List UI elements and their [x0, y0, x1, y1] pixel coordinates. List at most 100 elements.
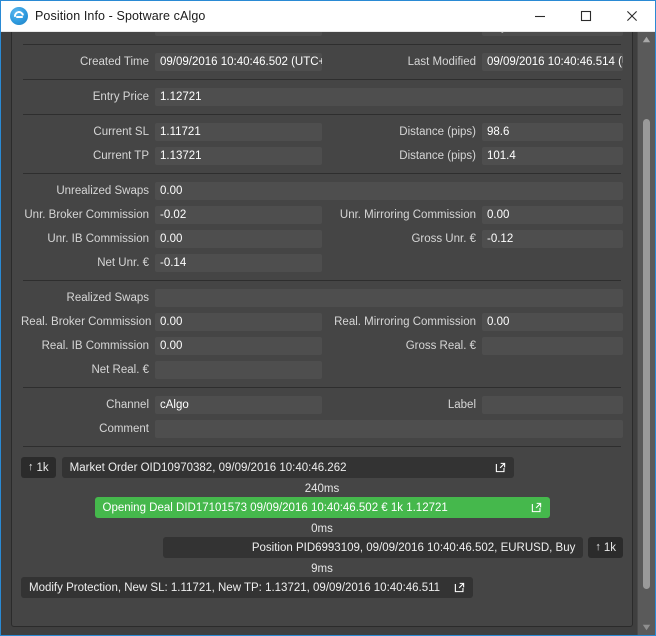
- field-label: Net Real. €: [91, 364, 149, 376]
- form-field-entry-price: Entry Price 1.12721: [21, 88, 623, 106]
- section-divider: [23, 79, 621, 80]
- vertical-scrollbar[interactable]: [637, 32, 655, 635]
- field-value[interactable]: 0.00: [482, 313, 623, 331]
- market-order-bar[interactable]: Market Order OID10970382, 09/09/2016 10:…: [61, 457, 514, 478]
- window-title: Position Info - Spotware cAlgo: [35, 9, 206, 23]
- field-value[interactable]: Buy: [482, 32, 623, 36]
- field-value[interactable]: 101.4: [482, 147, 623, 165]
- field-value[interactable]: -0.02: [155, 206, 322, 224]
- field-label: Gross Unr. €: [411, 233, 476, 245]
- arrow-up-icon: ↑: [595, 541, 601, 553]
- field-label: Last Modified: [407, 56, 476, 68]
- form-row: Real. IB Commission 0.00 Gross Real. €: [21, 334, 623, 358]
- field-value[interactable]: -0.12: [482, 230, 623, 248]
- form-field-gross-real: Gross Real. €: [322, 337, 623, 355]
- position-text: Position PID6993109, 09/09/2016 10:40:46…: [251, 541, 576, 554]
- form-field-created-time: Created Time 09/09/2016 10:40:46.502 (UT…: [21, 53, 322, 71]
- field-label: Unr. Mirroring Commission: [339, 209, 476, 221]
- field-label: Label: [447, 399, 476, 411]
- field-value[interactable]: 09/09/2016 10:40:46.502 (UTC+1): [155, 53, 322, 71]
- position-details-panel: Symbol Leverage Current Volume € 1k: [11, 32, 633, 627]
- field-label: Gross Real. €: [405, 340, 476, 352]
- timeline-modify-row: Modify Protection, New SL: 1.11721, New …: [21, 577, 623, 598]
- form-row: Current TP 1.13721 Distance (pips) 101.4: [21, 144, 623, 168]
- position-volume-text: 1k: [603, 541, 616, 554]
- modify-protection-text: Modify Protection, New SL: 1.11721, New …: [29, 581, 441, 594]
- form-field-unrealized-swaps: Unrealized Swaps 0.00: [21, 182, 623, 200]
- maximize-button[interactable]: [563, 1, 609, 31]
- form-row: Created Time 09/09/2016 10:40:46.502 (UT…: [21, 50, 623, 74]
- field-value[interactable]: cAlgo: [155, 396, 322, 414]
- field-value[interactable]: 0.00: [155, 313, 322, 331]
- section-divider: [23, 446, 621, 447]
- field-value[interactable]: 0.00: [482, 206, 623, 224]
- field-value[interactable]: 0.00: [155, 230, 322, 248]
- position-bar[interactable]: Position PID6993109, 09/09/2016 10:40:46…: [163, 537, 584, 558]
- field-label: Unrealized Swaps: [56, 185, 149, 197]
- form-field-tp-distance-pips: Distance (pips) 101.4: [322, 147, 623, 165]
- form-field-unr-broker-commission: Unr. Broker Commission -0.02: [21, 206, 322, 224]
- form-row: Net Unr. € -0.14: [21, 251, 623, 275]
- field-value[interactable]: 09/09/2016 10:40:46.514 (UTC+1): [482, 53, 623, 71]
- timeline-position-row: Position PID6993109, 09/09/2016 10:40:46…: [21, 537, 623, 558]
- window-controls: [517, 1, 655, 31]
- field-value[interactable]: 0.00: [155, 182, 623, 200]
- form-field-unr-ib-commission: Unr. IB Commission 0.00: [21, 230, 322, 248]
- minimize-button[interactable]: [517, 1, 563, 31]
- scroll-content: Symbol Leverage Current Volume € 1k: [1, 32, 637, 635]
- field-value[interactable]: [482, 337, 623, 355]
- field-value[interactable]: [155, 289, 623, 307]
- form-row: Comment: [21, 417, 623, 441]
- field-value[interactable]: 1.12721: [155, 88, 623, 106]
- field-label: Unr. Broker Commission: [24, 209, 149, 221]
- field-label: Real. Mirroring Commission: [334, 316, 476, 328]
- field-label: Current Volume: [21, 32, 155, 33]
- field-value[interactable]: [155, 361, 322, 379]
- external-link-icon[interactable]: [495, 462, 506, 473]
- field-value[interactable]: 0.00: [155, 337, 322, 355]
- form-field-unr-mirroring-commission: Unr. Mirroring Commission 0.00: [322, 206, 623, 224]
- field-value[interactable]: -0.14: [155, 254, 322, 272]
- form-field-gross-unr: Gross Unr. € -0.12: [322, 230, 623, 248]
- field-value[interactable]: 98.6: [482, 123, 623, 141]
- form-field-net-real: Net Real. €: [21, 361, 322, 379]
- form-row: Net Real. €: [21, 358, 623, 382]
- timeline-order-row: ↑ 1k Market Order OID10970382, 09/09/201…: [21, 457, 623, 478]
- arrow-up-icon: ↑: [28, 461, 34, 473]
- title-bar[interactable]: Position Info - Spotware cAlgo: [1, 1, 655, 32]
- field-value[interactable]: € 1k: [155, 32, 322, 36]
- form-row: Realized Swaps: [21, 286, 623, 310]
- scrollbar-thumb[interactable]: [643, 119, 650, 589]
- form-field-current-direction: Current Direction Buy: [322, 32, 623, 36]
- form-field-real-ib-commission: Real. IB Commission 0.00: [21, 337, 322, 355]
- field-label: Entry Price: [92, 91, 149, 103]
- close-button[interactable]: [609, 1, 655, 31]
- opening-deal-text: Opening Deal DID17101573 09/09/2016 10:4…: [102, 501, 448, 514]
- modify-protection-bar[interactable]: Modify Protection, New SL: 1.11721, New …: [21, 577, 473, 598]
- timeline-gap-1: 240ms: [304, 483, 340, 495]
- form-field-real-mirroring-commission: Real. Mirroring Commission 0.00: [322, 313, 623, 331]
- scrollbar-track[interactable]: [638, 47, 655, 620]
- form-row: Unr. Broker Commission -0.02 Unr. Mirror…: [21, 203, 623, 227]
- external-link-icon[interactable]: [454, 582, 465, 593]
- form-field-realized-swaps: Realized Swaps: [21, 289, 623, 307]
- field-value[interactable]: 1.13721: [155, 147, 322, 165]
- calgo-logo-icon: [10, 7, 28, 25]
- external-link-icon[interactable]: [531, 502, 542, 513]
- field-label: Net Unr. €: [97, 257, 149, 269]
- form-field-label: Label: [322, 396, 623, 414]
- form-field-comment: Comment: [21, 420, 623, 438]
- field-value[interactable]: [482, 396, 623, 414]
- window-body: Symbol Leverage Current Volume € 1k: [1, 32, 655, 635]
- form-row: Unr. IB Commission 0.00 Gross Unr. € -0.…: [21, 227, 623, 251]
- field-value[interactable]: [155, 420, 623, 438]
- timeline-gap-3: 9ms: [311, 563, 333, 575]
- order-volume-text: 1k: [36, 461, 49, 474]
- scroll-up-button[interactable]: [638, 32, 655, 47]
- opening-deal-bar[interactable]: Opening Deal DID17101573 09/09/2016 10:4…: [94, 497, 550, 518]
- scroll-down-button[interactable]: [638, 620, 655, 635]
- field-value[interactable]: 1.11721: [155, 123, 322, 141]
- section-divider: [23, 280, 621, 281]
- timeline-deal-row: Opening Deal DID17101573 09/09/2016 10:4…: [21, 497, 623, 518]
- field-label: Channel: [106, 399, 149, 411]
